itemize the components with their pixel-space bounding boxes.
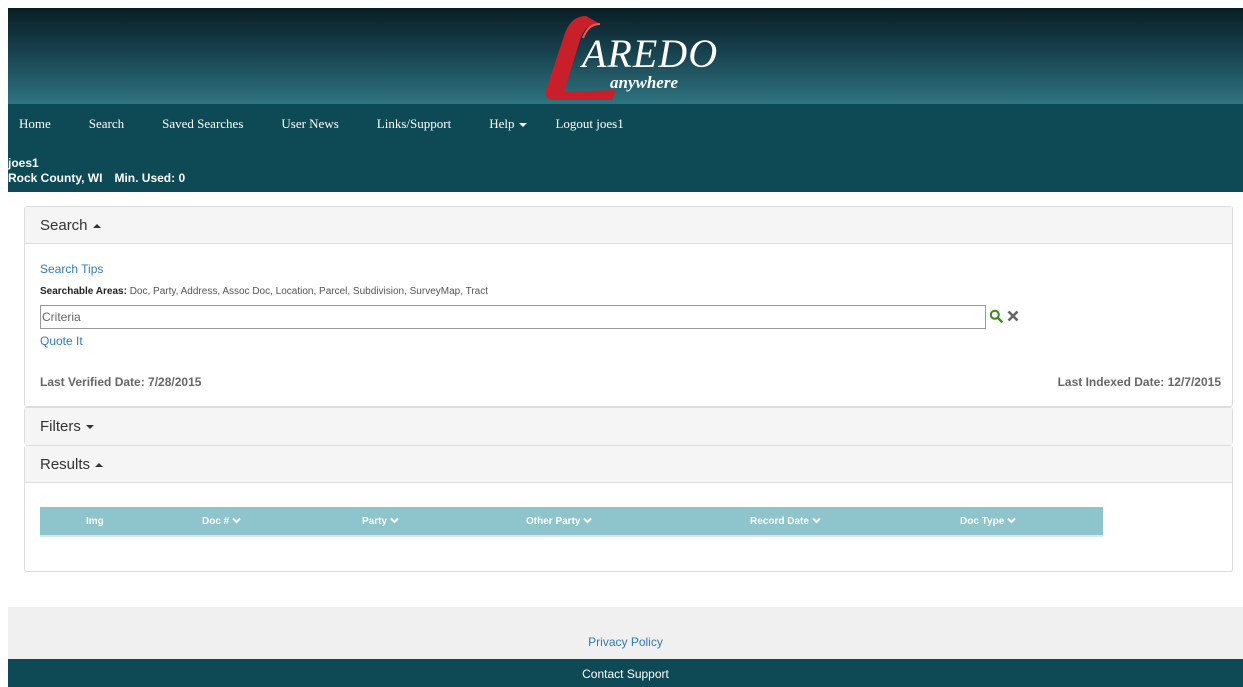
nav-user-news[interactable]: User News (281, 116, 338, 132)
header-banner: AREDO anywhere (8, 8, 1243, 104)
chevron-down-icon (1007, 518, 1016, 524)
search-tips-link[interactable]: Search Tips (40, 262, 103, 276)
results-panel-title: Results (40, 456, 91, 473)
caret-down-icon (519, 123, 528, 128)
chevron-down-icon (232, 518, 241, 524)
searchable-areas-label: Searchable Areas: (40, 286, 127, 297)
filters-panel: Filters (24, 407, 1233, 445)
contact-support-footer[interactable]: Contact Support (8, 659, 1243, 687)
nav-logout[interactable]: Logout joes1 (555, 116, 623, 132)
column-doc-type-label: Doc Type (960, 515, 1005, 527)
nav-home[interactable]: Home (19, 116, 51, 132)
user-county-line: Rock County, WI Min. Used: 0 (8, 171, 1243, 186)
top-strip (0, 0, 1243, 8)
close-icon[interactable] (1006, 309, 1020, 323)
column-doc-type[interactable]: Doc Type (960, 516, 1016, 527)
user-info-bar: joes1 Rock County, WI Min. Used: 0 (8, 144, 1243, 192)
quote-it-link[interactable]: Quote It (40, 334, 83, 348)
filters-panel-title: Filters (40, 418, 81, 435)
search-panel-header[interactable]: Search (25, 207, 1232, 244)
logo-brand-text: AREDO (582, 31, 719, 76)
search-panel-title: Search (40, 217, 88, 234)
results-table-header: Img Doc # Party Other Party Record Date … (40, 507, 1103, 537)
nav-help-label: Help (489, 116, 515, 131)
search-icon[interactable] (989, 309, 1003, 323)
column-party[interactable]: Party (362, 516, 399, 527)
chevron-down-icon (390, 518, 399, 524)
chevron-down-icon (812, 518, 821, 524)
column-doc-number-label: Doc # (202, 515, 230, 527)
filters-panel-header[interactable]: Filters (25, 408, 1232, 445)
column-record-date-label: Record Date (750, 515, 809, 527)
column-record-date[interactable]: Record Date (750, 516, 821, 527)
criteria-input[interactable] (40, 305, 986, 329)
searchable-areas-list: Doc, Party, Address, Assoc Doc, Location… (129, 286, 488, 297)
county-name: Rock County, WI (8, 171, 103, 185)
privacy-policy-link[interactable]: Privacy Policy (8, 635, 1243, 649)
caret-up-icon (92, 224, 101, 229)
column-party-label: Party (362, 515, 388, 527)
logo-tagline: anywhere (610, 73, 678, 92)
column-doc-number[interactable]: Doc # (202, 516, 241, 527)
nav-links-support[interactable]: Links/Support (377, 116, 451, 132)
caret-up-icon (95, 463, 104, 468)
caret-down-icon (85, 425, 94, 430)
last-verified-date: Last Verified Date: 7/28/2015 (40, 375, 202, 389)
results-panel-header[interactable]: Results (25, 446, 1232, 483)
laredo-logo[interactable]: AREDO anywhere (530, 12, 730, 102)
main-navbar: Home Search Saved Searches User News Lin… (8, 104, 1243, 144)
column-img-label: Img (86, 515, 104, 527)
column-other-party[interactable]: Other Party (526, 515, 593, 527)
column-img[interactable]: Img (86, 516, 104, 527)
minutes-used: Min. Used: 0 (114, 171, 186, 185)
column-other-party-label: Other Party (526, 515, 581, 527)
results-panel: Results Img Doc # Party Other Party Reco… (24, 445, 1233, 572)
nav-search[interactable]: Search (89, 116, 124, 132)
nav-saved-searches[interactable]: Saved Searches (162, 116, 243, 132)
chevron-down-icon (583, 518, 593, 524)
last-indexed-date: Last Indexed Date: 12/7/2015 (1057, 375, 1221, 389)
nav-help-dropdown[interactable]: Help (489, 116, 528, 132)
page: AREDO anywhere Home Search Saved Searche… (8, 8, 1243, 687)
search-panel: Search Search Tips Searchable Areas: Doc… (24, 206, 1233, 407)
username: joes1 (8, 156, 39, 170)
searchable-areas: Searchable Areas: Doc, Party, Address, A… (40, 286, 488, 297)
main-content: Search Search Tips Searchable Areas: Doc… (8, 192, 1243, 607)
